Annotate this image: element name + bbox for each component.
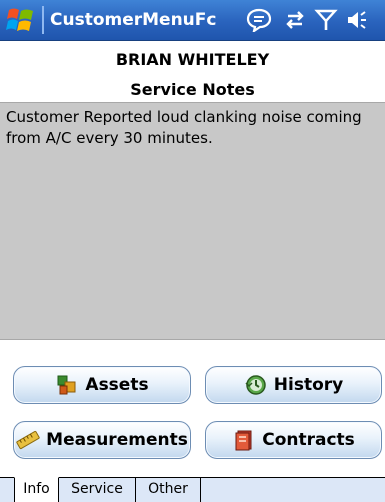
history-button[interactable]: History: [205, 366, 382, 404]
contracts-label: Contracts: [262, 430, 355, 450]
history-label: History: [273, 375, 344, 395]
tab-info[interactable]: Info: [14, 477, 59, 502]
measurements-button[interactable]: Measurements: [13, 421, 191, 459]
connectivity-icon[interactable]: [282, 8, 308, 32]
service-notes-field[interactable]: Customer Reported loud clanking noise co…: [0, 102, 385, 340]
windows-start-icon[interactable]: [6, 6, 36, 34]
customer-name: BRIAN WHITELEY: [115, 50, 270, 69]
signal-icon[interactable]: [313, 8, 339, 32]
history-icon: [245, 375, 266, 395]
measurements-label: Measurements: [46, 430, 188, 450]
window-title: CustomerMenuFc: [50, 10, 217, 30]
section-title: Service Notes: [130, 80, 255, 99]
volume-icon[interactable]: [344, 8, 370, 32]
contracts-button[interactable]: Contracts: [205, 421, 382, 459]
tab-other[interactable]: Other: [136, 477, 201, 502]
ruler-icon: [16, 430, 40, 450]
assets-icon: [57, 375, 76, 395]
title-separator: [42, 6, 44, 34]
tab-service[interactable]: Service: [59, 477, 136, 502]
tab-bar: Info Service Other: [0, 477, 385, 502]
messaging-icon[interactable]: [246, 8, 272, 32]
assets-button[interactable]: Assets: [13, 366, 191, 404]
title-bar: CustomerMenuFc: [0, 0, 385, 41]
contracts-icon: [235, 430, 252, 451]
assets-label: Assets: [85, 375, 149, 395]
